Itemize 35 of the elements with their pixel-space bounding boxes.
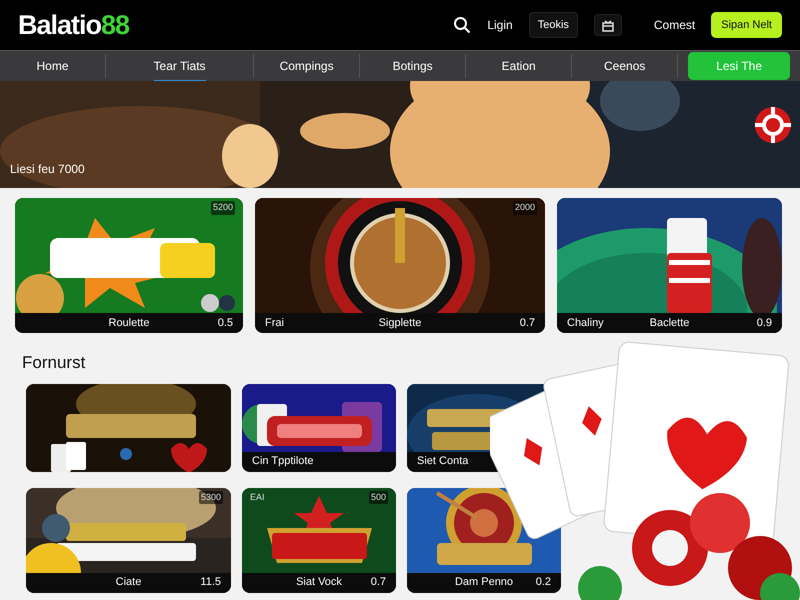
game-tag: Chaliny — [567, 314, 618, 332]
game-title: Siet Conta — [417, 454, 468, 470]
nav-tab[interactable]: Compings — [280, 52, 334, 82]
game-odds: 0.9 — [756, 316, 772, 331]
header-link[interactable]: Ligin — [487, 16, 513, 34]
header-button[interactable]: Teokis — [528, 12, 578, 38]
game-title: Baclette — [648, 316, 690, 331]
hero-caption: Liesi feu 7000 — [10, 161, 85, 178]
game-title: Siat Vock — [295, 575, 343, 590]
game-odds: 0.7 — [370, 575, 386, 590]
nav-tab[interactable]: Eation — [502, 52, 536, 82]
badge-text: 5200 — [210, 201, 235, 214]
corner-text: EAI — [250, 490, 265, 504]
game-odds: 0.5 — [216, 316, 233, 331]
badge-text: 5300 — [198, 490, 223, 504]
game-title: Roulette — [108, 316, 150, 331]
game-title: Ciate — [114, 575, 142, 590]
nav-tab[interactable]: Botings — [392, 52, 433, 82]
badge-text: 2000 — [512, 201, 537, 214]
signup-button[interactable]: Sipan Nelt — [711, 12, 782, 38]
chip-icon — [754, 106, 792, 144]
nav-tab[interactable]: Home — [36, 52, 69, 82]
game-tag: Frai — [265, 314, 332, 332]
badge-text: 500 — [368, 490, 388, 504]
section-title: Fornurst — [22, 352, 86, 374]
game-title: Cin Tpptilote — [252, 454, 314, 470]
game-odds: 0.7 — [518, 316, 535, 331]
gift-button[interactable] — [594, 14, 622, 36]
game-title: Sigplette — [378, 316, 422, 331]
game-odds: 11.5 — [199, 575, 221, 590]
logo: Balatio88 — [18, 8, 130, 42]
header-link[interactable]: Comest — [654, 16, 696, 34]
search-icon[interactable] — [453, 16, 472, 34]
nav-tab[interactable]: Ceenos — [604, 52, 646, 82]
gift-icon — [600, 18, 615, 32]
